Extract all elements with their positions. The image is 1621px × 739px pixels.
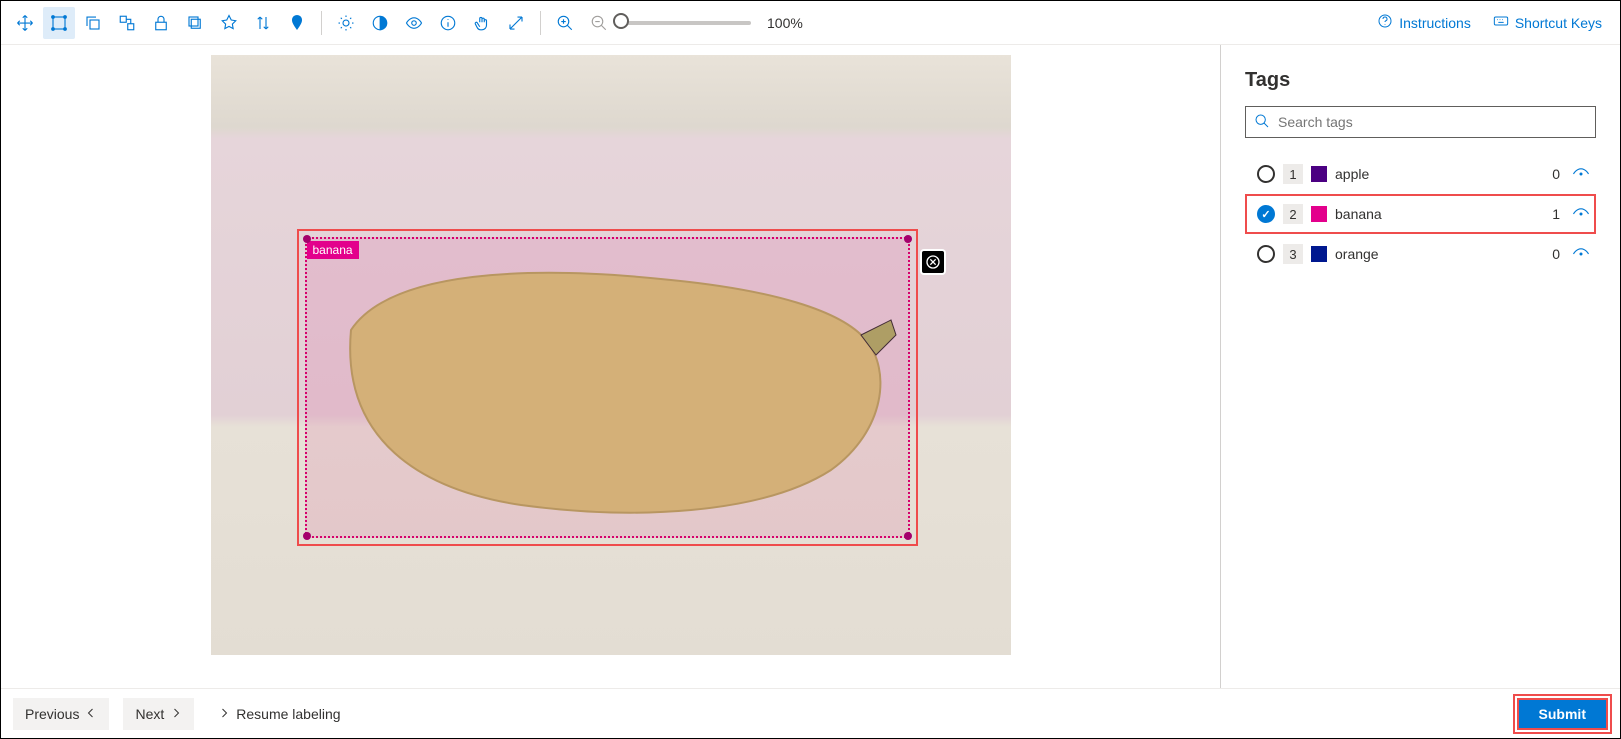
sort-tool[interactable]	[247, 7, 279, 39]
tag-row-orange[interactable]: 3 orange 0	[1245, 234, 1596, 274]
visibility-icon[interactable]	[1572, 165, 1590, 183]
zoom-out-tool[interactable]	[583, 7, 615, 39]
tag-name-label: apple	[1335, 166, 1544, 182]
tag-name-label: orange	[1335, 246, 1544, 262]
toolbar-divider	[321, 11, 322, 35]
visibility-icon[interactable]	[1572, 245, 1590, 263]
image-wrap: banana	[211, 55, 1011, 655]
tag-row-banana[interactable]: 2 banana 1	[1245, 194, 1596, 234]
bbox-handle-top-right[interactable]	[904, 235, 912, 243]
instructions-label: Instructions	[1399, 15, 1471, 31]
main-area: banana Tags 1 apple 0 2 banana 1 3 orange 0	[1, 45, 1620, 688]
chevron-left-icon	[85, 706, 97, 722]
previous-label: Previous	[25, 706, 79, 722]
bounding-box-delete-button[interactable]	[920, 249, 946, 275]
bbox-handle-bottom-right[interactable]	[904, 532, 912, 540]
tags-panel-title: Tags	[1245, 69, 1596, 92]
canvas-area[interactable]: banana	[1, 45, 1220, 688]
chevron-right-icon	[218, 706, 230, 722]
group-tool[interactable]	[111, 7, 143, 39]
tag-radio[interactable]	[1257, 165, 1275, 183]
tag-count: 0	[1552, 166, 1560, 182]
location-tool[interactable]	[281, 7, 313, 39]
submit-label: Submit	[1539, 706, 1586, 722]
previous-button[interactable]: Previous	[13, 698, 109, 730]
bbox-handle-top-left[interactable]	[303, 235, 311, 243]
bounding-box-label: banana	[307, 241, 359, 259]
chevron-right-icon	[170, 706, 182, 722]
next-label: Next	[135, 706, 164, 722]
pan-tool[interactable]	[466, 7, 498, 39]
tag-row-apple[interactable]: 1 apple 0	[1245, 154, 1596, 194]
tag-radio[interactable]	[1257, 205, 1275, 223]
tag-name-label: banana	[1335, 206, 1544, 222]
resume-labeling-link[interactable]: Resume labeling	[208, 706, 350, 722]
tag-number: 1	[1283, 164, 1303, 184]
resume-labeling-label: Resume labeling	[236, 706, 340, 722]
visibility-icon[interactable]	[1572, 205, 1590, 223]
tag-tool[interactable]	[213, 7, 245, 39]
submit-button[interactable]: Submit	[1517, 698, 1608, 730]
contrast-tool[interactable]	[364, 7, 396, 39]
tag-count: 0	[1552, 246, 1560, 262]
zoom-slider-group: 100%	[621, 15, 803, 31]
toolbar-divider	[540, 11, 541, 35]
brightness-tool[interactable]	[330, 7, 362, 39]
tags-search-input[interactable]	[1278, 114, 1587, 130]
help-icon	[1377, 13, 1393, 32]
footer: Previous Next Resume labeling Submit	[1, 688, 1620, 738]
zoom-level-label: 100%	[767, 15, 803, 31]
instructions-link[interactable]: Instructions	[1367, 13, 1481, 32]
zoom-slider[interactable]	[621, 21, 751, 25]
tags-panel: Tags 1 apple 0 2 banana 1 3 orange 0	[1220, 45, 1620, 688]
toolbar: 100% Instructions Shortcut Keys	[1, 1, 1620, 45]
tag-color-swatch	[1311, 206, 1327, 222]
next-button[interactable]: Next	[123, 698, 194, 730]
layers-tool[interactable]	[179, 7, 211, 39]
info-tool[interactable]	[432, 7, 464, 39]
zoom-slider-thumb[interactable]	[613, 13, 629, 29]
shortcut-keys-link[interactable]: Shortcut Keys	[1483, 13, 1612, 32]
bounding-box-inner	[305, 237, 910, 538]
visibility-tool[interactable]	[398, 7, 430, 39]
tags-search-box[interactable]	[1245, 106, 1596, 138]
keyboard-icon	[1493, 13, 1509, 32]
shortcut-keys-label: Shortcut Keys	[1515, 15, 1602, 31]
copy-tool[interactable]	[77, 7, 109, 39]
tag-number: 2	[1283, 204, 1303, 224]
zoom-in-tool[interactable]	[549, 7, 581, 39]
tag-color-swatch	[1311, 166, 1327, 182]
tags-list: 1 apple 0 2 banana 1 3 orange 0	[1245, 154, 1596, 274]
bounding-box-tool[interactable]	[43, 7, 75, 39]
tag-radio[interactable]	[1257, 245, 1275, 263]
fullscreen-tool[interactable]	[500, 7, 532, 39]
tag-number: 3	[1283, 244, 1303, 264]
bbox-handle-bottom-left[interactable]	[303, 532, 311, 540]
tag-count: 1	[1552, 206, 1560, 222]
lock-tool[interactable]	[145, 7, 177, 39]
tag-color-swatch	[1311, 246, 1327, 262]
search-icon	[1254, 113, 1270, 132]
bounding-box[interactable]: banana	[297, 229, 918, 546]
move-tool[interactable]	[9, 7, 41, 39]
